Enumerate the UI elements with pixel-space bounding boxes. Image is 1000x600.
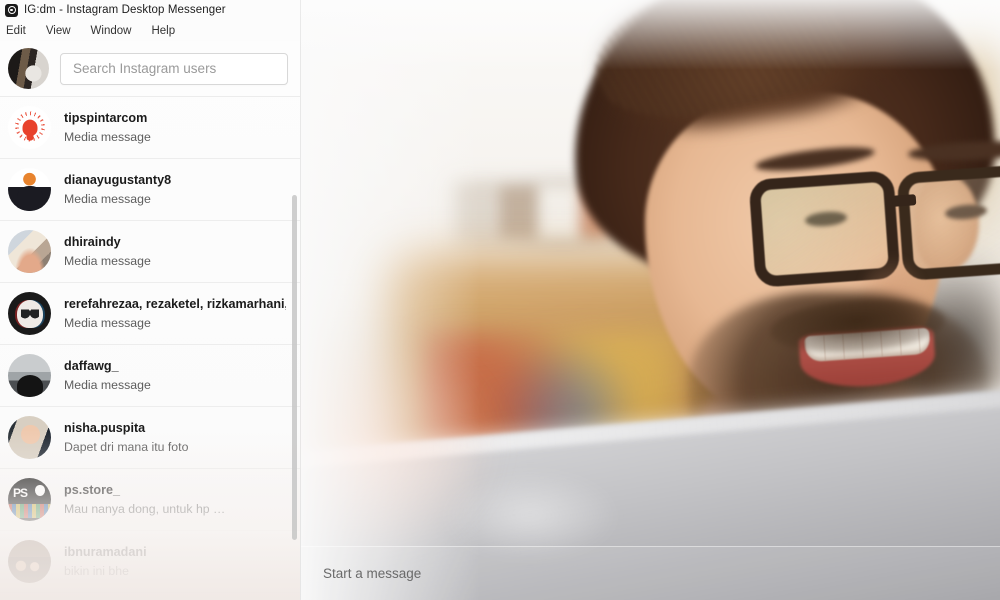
conversation-preview: Dapet dri mana itu foto (64, 439, 189, 454)
message-input-placeholder: Start a message (323, 566, 422, 581)
instagram-camera-icon (5, 3, 18, 17)
conversation-preview: Media message (64, 191, 151, 206)
search-header: Search Instagram users (0, 41, 300, 96)
photo-left-fade (300, 0, 480, 600)
conversation-preview: Media message (64, 315, 151, 330)
silhouette-avatar (8, 354, 51, 397)
conversation-name: dhiraindy (64, 234, 121, 249)
title-bar: IG:dm - Instagram Desktop Messenger (0, 0, 300, 20)
search-placeholder: Search Instagram users (73, 61, 217, 76)
conversation-name: ibnuramadani (64, 544, 147, 559)
conversation-preview: Mau nanya dong, untuk hp … (64, 501, 226, 516)
conversation-name: nisha.puspita (64, 420, 146, 435)
list-item[interactable]: ps.store_ Mau nanya dong, untuk hp … (0, 469, 300, 531)
photo-avatar (8, 230, 51, 273)
list-item[interactable]: nisha.puspita Dapet dri mana itu foto (0, 407, 300, 469)
list-item[interactable]: tipspintarcom Media message (0, 97, 300, 159)
sidebar-scrollbar-thumb[interactable] (292, 195, 297, 540)
group-photo-avatar (8, 540, 51, 583)
menu-bar: Edit View Window Help (0, 20, 300, 41)
menu-item-edit[interactable]: Edit (0, 23, 36, 39)
background-photo (300, 0, 1000, 600)
sidebar-scrollbar[interactable] (288, 41, 299, 600)
list-item[interactable]: dianayugustanty8 Media message (0, 159, 300, 221)
store-logo-avatar (8, 478, 51, 521)
person-avatar (8, 168, 51, 211)
panel-divider (300, 0, 301, 600)
photo-top-fade (300, 0, 1000, 70)
list-item[interactable]: dhiraindy Media message (0, 221, 300, 283)
conversation-preview: Media message (64, 253, 151, 268)
conversation-name: ps.store_ (64, 482, 120, 497)
conversation-name: daffawg_ (64, 358, 119, 373)
conversation-preview: Media message (64, 377, 151, 392)
search-input[interactable]: Search Instagram users (60, 52, 288, 85)
list-item[interactable]: ibnuramadani bikin ini bhe (0, 531, 300, 593)
conversation-name: tipspintarcom (64, 110, 148, 125)
menu-item-help[interactable]: Help (141, 23, 185, 39)
list-item[interactable]: daffawg_ Media message (0, 345, 300, 407)
conversation-name: dianayugustanty8 (64, 172, 172, 187)
portrait-avatar (8, 416, 51, 459)
conversation-preview: bikin ini bhe (64, 563, 129, 578)
avatar[interactable] (8, 48, 49, 89)
group-avatar (8, 292, 51, 335)
menu-item-window[interactable]: Window (81, 23, 142, 39)
conversation-preview: Media message (64, 129, 151, 144)
lightbulb-avatar (8, 106, 51, 149)
photo-eyeglass-bridge (891, 194, 917, 207)
list-item[interactable]: rerefahrezaa, rezaketel, rizkamarhani, g… (0, 283, 300, 345)
conversation-sidebar: Search Instagram users tipspintarcom Med… (0, 41, 300, 600)
menu-item-view[interactable]: View (36, 23, 81, 39)
app-window: IG:dm - Instagram Desktop Messenger Edit… (0, 0, 1000, 600)
conversation-name: rerefahrezaa, rezaketel, rizkamarhani, g… (64, 296, 286, 311)
message-input[interactable]: Start a message (301, 546, 1000, 600)
window-title: IG:dm - Instagram Desktop Messenger (24, 4, 226, 16)
